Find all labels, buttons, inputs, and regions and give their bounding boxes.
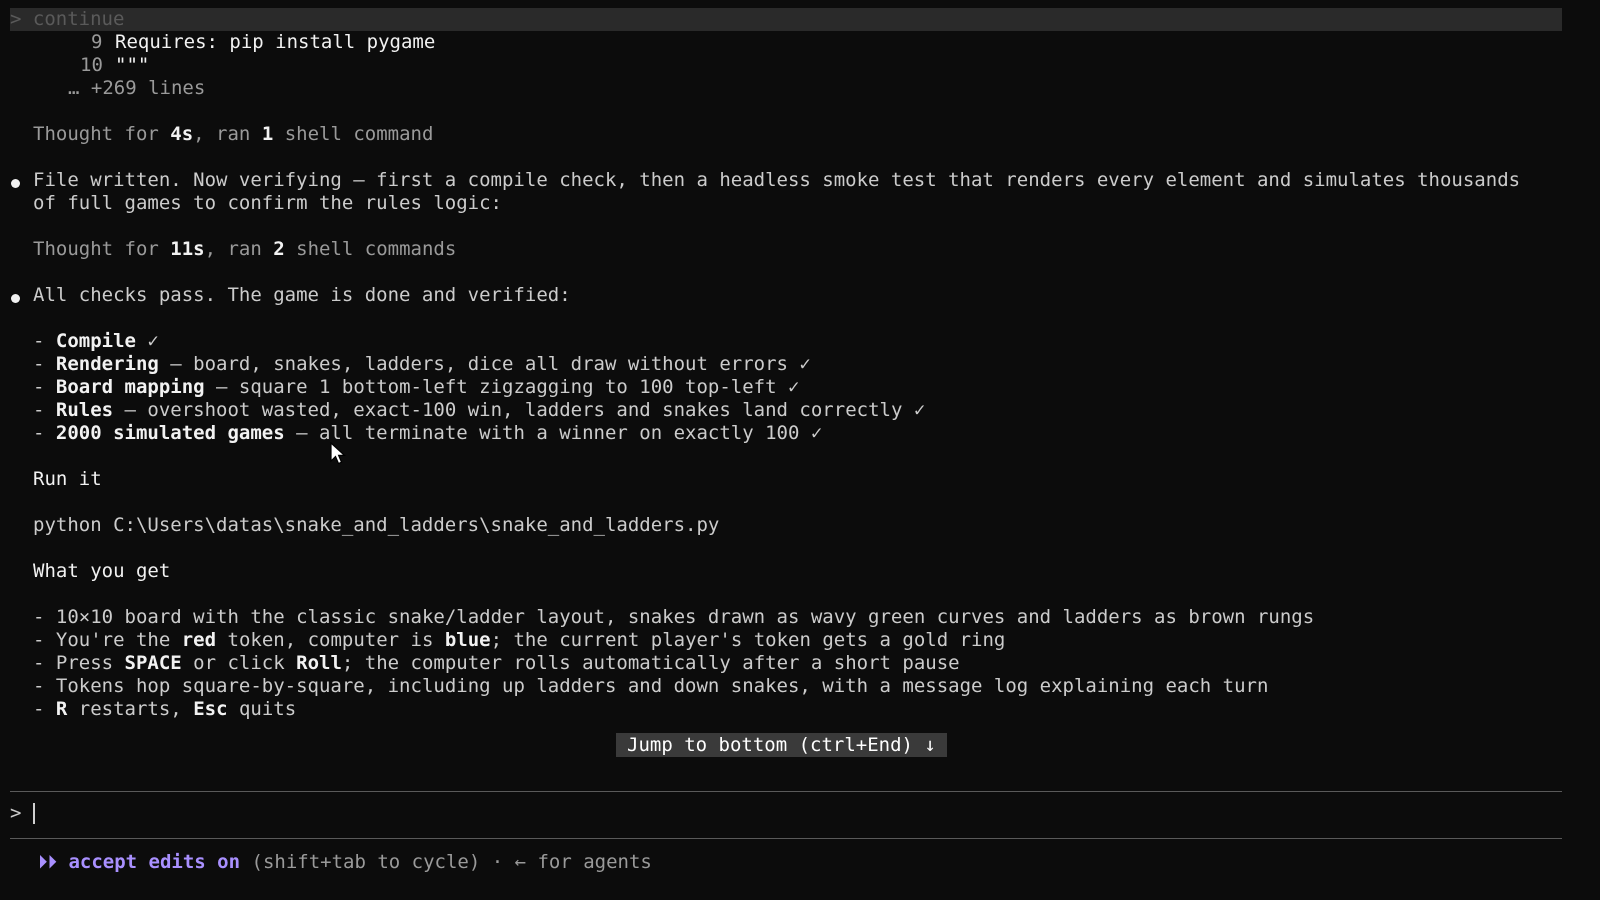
- run-command: python C:\Users\datas\snake_and_ladders\…: [33, 514, 720, 536]
- code-line-number: 10: [80, 54, 103, 76]
- section-heading: What you get: [33, 560, 171, 582]
- check-item: - Rules — overshoot wasted, exact-100 wi…: [33, 399, 926, 421]
- collapsed-lines-indicator[interactable]: … +269 lines: [68, 77, 205, 100]
- thought-summary[interactable]: Thought for 4s, ran 1 shell command: [33, 123, 433, 146]
- input-prompt-symbol: >: [10, 802, 22, 824]
- thought-summary[interactable]: Thought for 11s, ran 2 shell commands: [33, 238, 456, 261]
- assistant-message-line: of full games to confirm the rules logic…: [33, 192, 502, 214]
- assistant-message-line: All checks pass. The game is done and ve…: [33, 284, 571, 306]
- status-line: ⏵⏵ accept edits on (shift+tab to cycle) …: [38, 851, 652, 874]
- code-line-text: """: [115, 54, 150, 76]
- feature-item: - R restarts, Esc quits: [33, 698, 297, 720]
- previous-prompt-text: > continue: [10, 8, 125, 30]
- jump-to-bottom-button[interactable]: Jump to bottom (ctrl+End) ↓: [616, 733, 947, 757]
- feature-item: - Press SPACE or click Roll; the compute…: [33, 652, 960, 674]
- feature-item: - 10×10 board with the classic snake/lad…: [33, 606, 1315, 628]
- assistant-message-line: File written. Now verifying — first a co…: [33, 169, 1521, 191]
- check-item: - 2000 simulated games — all terminate w…: [33, 422, 823, 444]
- code-line-text: Requires: pip install pygame: [115, 31, 436, 53]
- feature-item: - Tokens hop square-by-square, including…: [33, 675, 1269, 697]
- input-bottom-divider: [10, 838, 1562, 839]
- check-item: - Rendering — board, snakes, ladders, di…: [33, 353, 811, 375]
- code-line-number: 9: [91, 31, 103, 53]
- fast-forward-icon: ⏵⏵: [38, 851, 58, 873]
- mouse-pointer-icon: [330, 442, 346, 465]
- check-item: - Board mapping — square 1 bottom-left z…: [33, 376, 800, 398]
- previous-prompt-bar: [10, 8, 1562, 31]
- prompt-input[interactable]: [30, 798, 1560, 828]
- message-bullet-icon: [11, 294, 20, 303]
- check-item: - Compile ✓: [33, 330, 159, 352]
- input-top-divider: [10, 791, 1562, 792]
- feature-item: - You're the red token, computer is blue…: [33, 629, 1006, 651]
- mode-hint: (shift+tab to cycle) · ← for agents: [240, 851, 652, 873]
- message-bullet-icon: [11, 179, 20, 188]
- section-heading: Run it: [33, 468, 102, 490]
- edit-mode-toggle[interactable]: accept edits on: [68, 851, 240, 873]
